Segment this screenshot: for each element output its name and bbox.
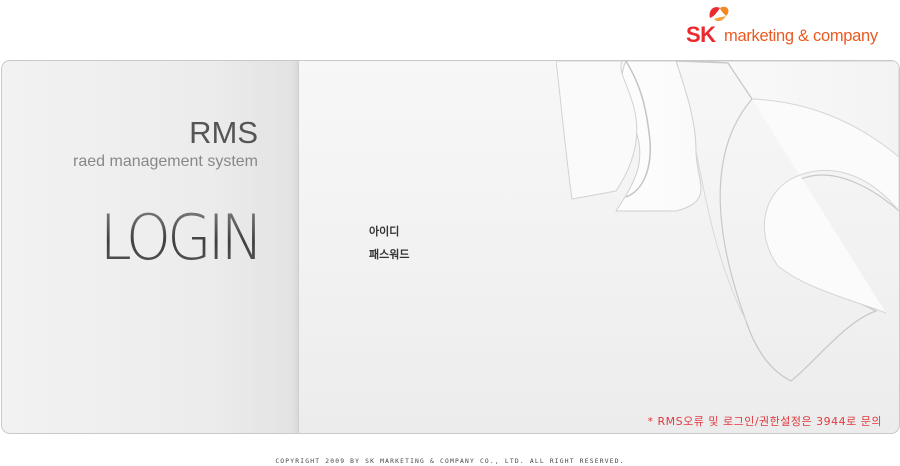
login-panel: RMS raed management system LOGIN 아이디 패스워… xyxy=(1,60,900,434)
brand-sk: SK xyxy=(686,22,716,47)
id-label: 아이디 xyxy=(369,225,400,238)
login-heading: LOGIN xyxy=(100,201,264,274)
copyright-footer: COPYRIGHT 2009 BY SK MARKETING & COMPANY… xyxy=(275,458,625,465)
decorative-ribbon xyxy=(556,61,899,382)
login-form: 아이디 패스워드 xyxy=(369,225,409,271)
password-label: 패스워드 xyxy=(369,248,410,261)
brand-company: marketing & company xyxy=(724,27,878,45)
left-panel: RMS raed management system LOGIN xyxy=(2,61,299,433)
app-subtitle: raed management system xyxy=(73,153,258,170)
support-notice: * RMS오류 및 로그인/권한설정은 3944로 문의 xyxy=(647,415,882,428)
app-title: RMS xyxy=(189,115,258,150)
brand-logo: SK marketing & company xyxy=(686,4,900,48)
